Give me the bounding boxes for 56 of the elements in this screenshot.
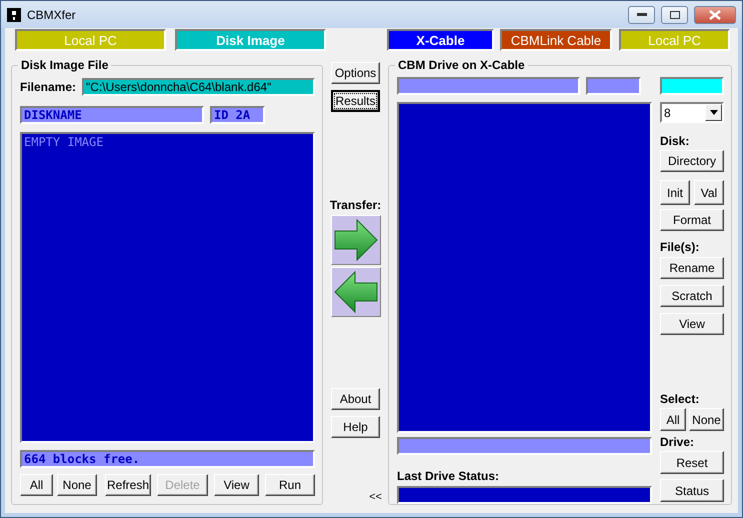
disk-name-field: DISKNAME bbox=[20, 106, 204, 124]
transfer-left-button[interactable] bbox=[330, 267, 380, 317]
disk-label: Disk: bbox=[660, 134, 690, 148]
drive-file-list[interactable] bbox=[397, 102, 652, 433]
file-button[interactable]: Scratch bbox=[660, 285, 724, 307]
collapse-toggle[interactable]: << bbox=[369, 491, 382, 503]
minimize-icon bbox=[636, 12, 646, 16]
group-title: Disk Image File bbox=[20, 58, 110, 72]
select-button[interactable]: All bbox=[660, 408, 686, 431]
side-button[interactable]: About bbox=[331, 388, 380, 410]
list-button[interactable]: All bbox=[20, 474, 53, 496]
filename-field[interactable]: "C:\Users\donncha\C64\blank.d64" bbox=[82, 78, 315, 96]
close-button[interactable] bbox=[694, 6, 736, 24]
directory-button[interactable]: Directory bbox=[660, 150, 724, 172]
drive-id-field bbox=[586, 77, 641, 95]
drive-label: Drive: bbox=[660, 435, 696, 449]
minimize-button[interactable] bbox=[628, 6, 655, 24]
select-button[interactable]: None bbox=[689, 408, 724, 431]
mode-bar[interactable]: X-Cable bbox=[387, 29, 494, 51]
list-button[interactable]: Refresh bbox=[105, 474, 151, 496]
side-button[interactable]: Results bbox=[331, 90, 380, 112]
select-label: Select: bbox=[660, 392, 700, 406]
file-button[interactable]: View bbox=[660, 313, 724, 335]
list-button[interactable]: Run bbox=[265, 474, 315, 496]
file-list[interactable]: EMPTY IMAGE bbox=[20, 132, 315, 443]
list-button[interactable]: None bbox=[57, 474, 97, 496]
mode-bar[interactable]: CBMLink Cable bbox=[500, 29, 612, 51]
right-arrow-icon bbox=[332, 218, 378, 262]
drive-number-dropdown[interactable]: 8 bbox=[660, 102, 724, 123]
maximize-button[interactable] bbox=[661, 6, 688, 24]
status-indicator bbox=[660, 77, 724, 95]
format-button[interactable]: Format bbox=[660, 209, 724, 231]
drive-button[interactable]: Reset bbox=[660, 451, 724, 474]
files-label: File(s): bbox=[660, 240, 700, 254]
maximize-icon bbox=[670, 10, 680, 18]
validate-button[interactable]: Val bbox=[694, 180, 724, 205]
filename-label: Filename: bbox=[20, 80, 76, 94]
list-entry[interactable]: EMPTY IMAGE bbox=[24, 135, 311, 149]
status-label: Last Drive Status: bbox=[397, 469, 500, 483]
caret-icon bbox=[710, 110, 718, 115]
disk-id-field: ID 2A bbox=[210, 106, 265, 124]
window-title: CBMXfer bbox=[27, 8, 77, 22]
drive-button[interactable]: Status bbox=[660, 479, 724, 502]
app-icon bbox=[7, 8, 21, 22]
init-button[interactable]: Init bbox=[660, 180, 690, 205]
file-button[interactable]: Rename bbox=[660, 257, 724, 279]
dropdown-button[interactable] bbox=[705, 104, 722, 121]
blocks-free-field: 664 blocks free. bbox=[20, 450, 315, 468]
transfer-label: Transfer: bbox=[330, 198, 382, 212]
left-arrow-icon bbox=[332, 270, 378, 314]
side-button[interactable]: Help bbox=[331, 416, 380, 438]
list-button[interactable]: View bbox=[214, 474, 259, 496]
transfer-right-button[interactable] bbox=[330, 215, 380, 265]
side-button[interactable]: Options bbox=[331, 62, 380, 84]
group-title: CBM Drive on X-Cable bbox=[397, 58, 526, 72]
close-icon bbox=[709, 10, 721, 20]
